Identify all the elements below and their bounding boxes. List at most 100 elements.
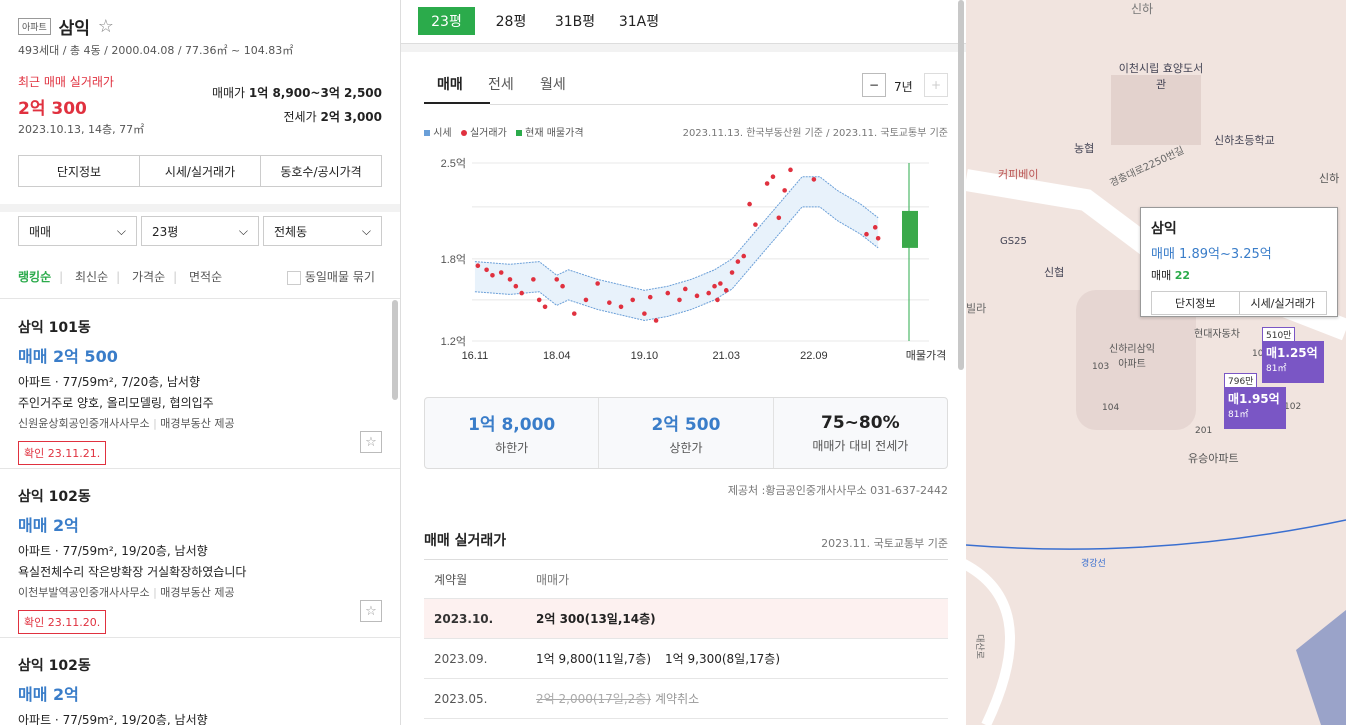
actual-price-point (729, 270, 735, 275)
y-tick-label: 1.8억 (441, 253, 466, 266)
favorite-star-icon[interactable]: ☆ (98, 16, 114, 37)
deal-tab-jeonse[interactable]: 전세 (488, 74, 514, 94)
chevron-down-icon: ⌵ (361, 223, 371, 238)
actual-price-point (554, 277, 560, 282)
star-icon[interactable]: ☆ (360, 431, 382, 453)
actual-price-point (475, 263, 481, 268)
recent-detail: 2023.10.13, 14층, 77㎡ (18, 123, 145, 136)
sort-bar: 랭킹순 | 최신순 | 가격순 | 면적순 (18, 270, 223, 284)
price-marker[interactable]: 매1.25억 81㎡ (1262, 341, 1324, 383)
price-marker[interactable]: 매1.95억 81㎡ (1224, 387, 1286, 429)
confirm-badge: 확인 23.11.21. (18, 441, 107, 465)
tab-31b[interactable]: 31B평 (547, 7, 603, 35)
popup-buttons: 단지정보 시세/실거래가 (1151, 291, 1327, 315)
list-item[interactable]: 삼익 101동 매매 2억 500 아파트 · 77/59m², 7/20층, … (18, 317, 382, 465)
list-item[interactable]: 삼익 102동 매매 2억 아파트 · 77/59m², 19/20층, 남서향 (18, 655, 382, 725)
deal-tab-monthly[interactable]: 월세 (540, 74, 566, 94)
star-icon[interactable]: ☆ (360, 600, 382, 622)
sort-ranking[interactable]: 랭킹순 (18, 270, 51, 284)
actual-price-point (595, 281, 600, 286)
tab-23[interactable]: 23평 (418, 7, 475, 35)
listing-price: 매매 2억 500 (18, 347, 118, 366)
actual-basis: 2023.11. 국토교통부 기준 (821, 537, 948, 550)
chevron-down-icon: ⌵ (238, 223, 248, 238)
table-row: 2023.05. 2억 2,000(17일,2층) 계약취소 (424, 679, 948, 719)
map-bank: 농협 (1074, 142, 1095, 155)
popup-name: 삼익 (1151, 221, 1177, 237)
map-bank2: 신협 (1044, 266, 1065, 279)
listing-broker: 신원윤상회공인중개사사무소 | 매경부동산 제공 (18, 417, 235, 430)
listing-desc: 욕실전체수리 작은방확장 거실확장하였습니다 (18, 565, 247, 579)
actual-title: 매매 실거래가 (424, 533, 507, 549)
complex-name: 삼익 (58, 19, 90, 39)
chart-legend: 시세 실거래가 현재 매물가격 (424, 124, 584, 139)
sort-price[interactable]: 가격순 (132, 270, 165, 284)
period-plus-button[interactable]: + (924, 73, 948, 97)
period-minus-button[interactable]: − (862, 73, 886, 97)
listing-title: 삼익 102동 (18, 489, 91, 505)
x-tick-label: 19.10 (631, 350, 659, 362)
actual-price-point (770, 174, 776, 179)
group-checkbox[interactable]: 동일매물 묶기 (287, 268, 375, 285)
tab-line (490, 104, 948, 105)
actual-price-point (542, 304, 548, 310)
listing-price: 매매 2억 (18, 516, 79, 535)
price-history-button[interactable]: 시세/실거래가 (140, 156, 261, 186)
map[interactable]: 신하 이천시립 효양도서관 신하초등학교 커피베이 농협 GS25 신협 경충대… (966, 0, 1346, 725)
actual-price-point (560, 283, 565, 289)
recent-price: 2억 300 (18, 99, 87, 119)
dong-select[interactable]: 전체동 ⌵ (263, 216, 382, 246)
complex-info-button[interactable]: 단지정보 (19, 156, 140, 186)
actual-price-point (519, 290, 524, 296)
actual-price-point (723, 288, 729, 293)
map-apt2: 유승아파트 (1188, 452, 1239, 465)
unit-price-button[interactable]: 동호수/공시가격 (261, 156, 381, 186)
listing-detail: 아파트 · 77/59m², 19/20층, 남서향 (18, 544, 208, 558)
popup-info-button[interactable]: 단지정보 (1152, 292, 1240, 314)
recent-price-label: 최근 매매 실거래가 (18, 75, 114, 89)
popup-price-button[interactable]: 시세/실거래가 (1240, 292, 1327, 314)
actual-price-point (647, 294, 653, 300)
popup-range: 매매 1.89억~3.25억 (1151, 247, 1272, 262)
complex-popup[interactable]: 삼익 매매 1.89억~3.25억 매매 22 단지정보 시세/실거래가 (1140, 207, 1338, 317)
actual-price-point (764, 181, 770, 186)
provider-note: 제공처 :황금공인중개사사무소 031-637-2442 (727, 484, 948, 497)
price-tag-top: 510만 (1262, 327, 1296, 342)
period-value: 7년 (894, 80, 913, 94)
deal-tab-sale[interactable]: 매매 (437, 74, 463, 94)
confirm-badge: 확인 23.11.20. (18, 610, 107, 634)
x-tick-label: 매물가격 (906, 349, 946, 362)
market-band (474, 176, 879, 321)
x-tick-label: 22.09 (800, 350, 828, 362)
price-chart: 2.5억 1.8억 1.2억 16.11 18.04 19.10 21.03 22.09 매물가… (441, 157, 947, 362)
actual-price-point (536, 297, 542, 303)
size-select[interactable]: 23평 ⌵ (141, 216, 259, 246)
deal-type-select[interactable]: 매매 ⌵ (18, 216, 137, 246)
checkbox-icon[interactable] (287, 270, 301, 285)
listing-detail: 아파트 · 77/59m², 7/20층, 남서향 (18, 375, 201, 389)
divider (0, 468, 400, 469)
map-label-top: 신하 (1131, 2, 1154, 16)
actual-price-point (753, 222, 758, 227)
actual-price-point (788, 167, 793, 173)
tab-31a[interactable]: 31A평 (611, 7, 667, 35)
map-shinha-right: 신하 (1319, 172, 1340, 185)
type-badge: 아파트 (18, 18, 51, 35)
active-tab-underline (424, 102, 490, 104)
list-item[interactable]: 삼익 102동 매매 2억 아파트 · 77/59m², 19/20층, 남서향… (18, 486, 382, 634)
actual-price-point (498, 270, 504, 275)
map-villa: 빌라 (966, 302, 987, 315)
price-panel: 23평 28평 31B평 31A평 매매 전세 월세 − 7년 + 시세 실거래… (401, 0, 966, 725)
scrollbar[interactable] (958, 0, 964, 370)
tab-28[interactable]: 28평 (487, 7, 535, 35)
actual-price-point (653, 318, 659, 323)
map-rail: 경강선 (1081, 559, 1106, 569)
sort-latest[interactable]: 최신순 (75, 270, 108, 284)
scrollbar[interactable] (392, 300, 398, 400)
actual-price-point (531, 277, 536, 282)
actual-price-point (872, 225, 878, 230)
actual-price-point (782, 188, 787, 193)
chart-source: 2023.11.13. 한국부동산원 기준 / 2023.11. 국토교통부 기… (682, 128, 948, 139)
actual-price-point (712, 283, 717, 289)
sort-area[interactable]: 면적순 (189, 270, 222, 284)
